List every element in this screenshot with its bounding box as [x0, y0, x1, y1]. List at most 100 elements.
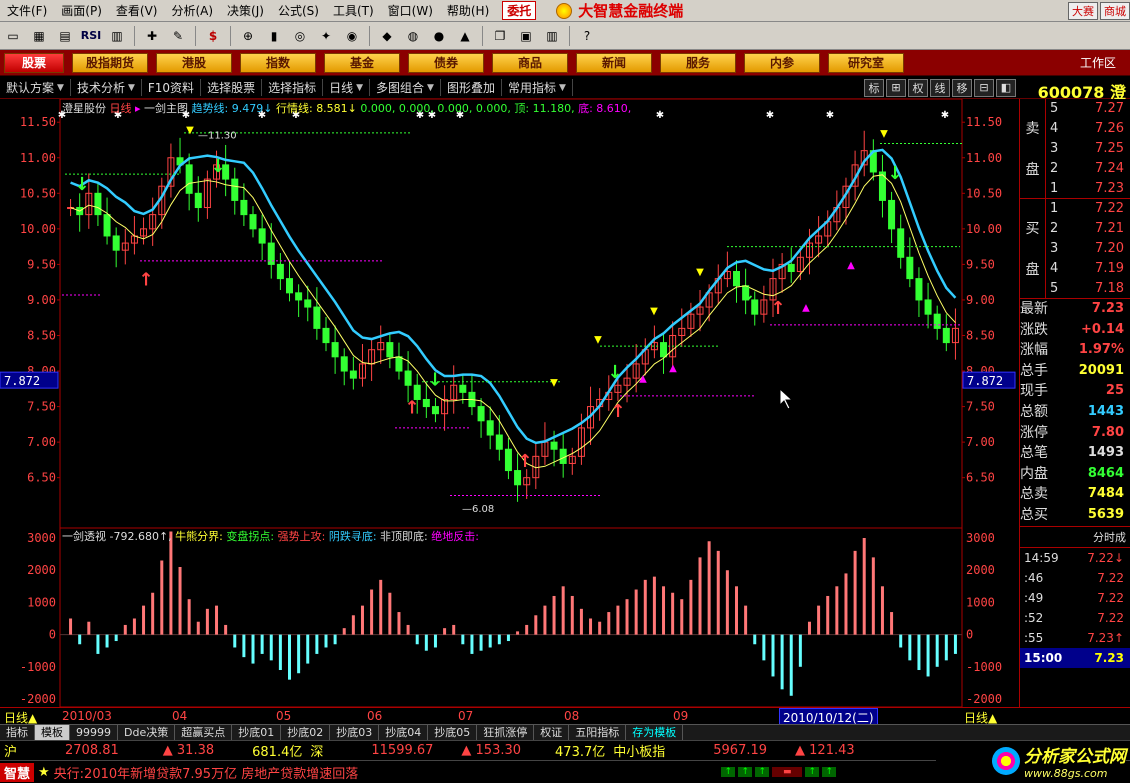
grid-icon[interactable]: ▤: [54, 25, 76, 47]
menu-decision[interactable]: 决策(J): [220, 2, 271, 19]
ticker-text[interactable]: 央行:2010年新增贷款7.95万亿 房地产贷款增速回落: [54, 763, 359, 782]
help-pointer-icon[interactable]: ?: [576, 25, 598, 47]
ticks-header[interactable]: 分时成: [1020, 525, 1130, 548]
tick-list: 14:59 7.22↓:46 7.22:49 7.22:52 7.22:55 7.23↑ 1…: [1020, 548, 1130, 668]
template-tab[interactable]: Dde决策: [118, 725, 176, 740]
grid-button[interactable]: ⊞: [886, 78, 906, 97]
menu-help[interactable]: 帮助(H): [440, 2, 496, 19]
ruler-icon[interactable]: ✎: [167, 25, 189, 47]
rights-button[interactable]: 权: [908, 78, 928, 97]
nav-commodities[interactable]: 商品: [492, 52, 568, 73]
chart-area[interactable]: 11.50 11.50 11.00 11.00 10.50 10.50 10.00 10.00…: [0, 99, 1019, 707]
menu-file[interactable]: 文件(F): [0, 2, 54, 19]
workspace-button[interactable]: 工作区: [1080, 54, 1130, 71]
sme-value[interactable]: 5967.19: [709, 743, 771, 758]
tech-analysis-dropdown[interactable]: 技术分析 ▼: [71, 79, 142, 96]
sell-price: 7.24: [1095, 161, 1124, 176]
contest-button[interactable]: 大赛: [1068, 1, 1098, 20]
nav-insider[interactable]: 内参: [744, 52, 820, 73]
nav-bonds[interactable]: 债券: [408, 52, 484, 73]
sz-value[interactable]: 11599.67: [367, 743, 437, 758]
menu-view-panel[interactable]: 画面(P): [54, 2, 109, 19]
open-folder-icon[interactable]: ▭: [2, 25, 24, 47]
menu-analysis[interactable]: 分析(A): [164, 2, 220, 19]
template-tab[interactable]: 五阳指标: [569, 725, 627, 740]
common-indicator-dropdown[interactable]: 常用指标 ▼: [502, 79, 573, 96]
sell-signal-arrow-icon: ↓: [427, 369, 442, 390]
common-indicator-label: 常用指标: [507, 81, 556, 95]
template-tab[interactable]: 99999: [70, 725, 118, 740]
kline-chart-icon[interactable]: ▦: [28, 25, 50, 47]
legend-rebound: 绝地反击:: [431, 530, 479, 543]
menu-formula[interactable]: 公式(S): [271, 2, 326, 19]
template-tab[interactable]: 存为模板: [626, 725, 684, 740]
template-tab[interactable]: 指标: [0, 725, 35, 740]
crosshair-icon[interactable]: ✚: [141, 25, 163, 47]
buy-label-1: 买: [1025, 220, 1040, 237]
menu-tools[interactable]: 工具(T): [326, 2, 381, 19]
template-tab[interactable]: 抄底01: [232, 725, 282, 740]
nav-funds[interactable]: 基金: [324, 52, 400, 73]
nav-stocks[interactable]: 股票: [4, 52, 64, 73]
template-tab[interactable]: 抄底03: [330, 725, 380, 740]
nav-index[interactable]: 指数: [240, 52, 316, 73]
multi-chart-dropdown[interactable]: 多图组合 ▼: [370, 79, 441, 96]
up-arrow-icon: ↑: [805, 767, 820, 777]
trade-entrust-button[interactable]: 委托: [502, 1, 537, 20]
export-icon[interactable]: ▲: [454, 25, 476, 47]
scheme-dropdown[interactable]: 默认方案 ▼: [0, 79, 71, 96]
template-tab[interactable]: 狂抓涨停: [477, 725, 535, 740]
zoom-out-button[interactable]: ⊟: [974, 78, 994, 97]
overlay-button[interactable]: 图形叠加: [441, 79, 502, 96]
nav-hk-stocks[interactable]: 港股: [156, 52, 232, 73]
rsi-button[interactable]: RSI: [80, 25, 102, 47]
menu-view[interactable]: 查看(V): [109, 2, 165, 19]
template-tab[interactable]: 抄底05: [428, 725, 478, 740]
legend-zeros: 0.000, 0.000, 0.000, 0.000,: [360, 102, 511, 115]
period-label-right: 日线: [964, 711, 989, 725]
mall-button[interactable]: 商城: [1100, 1, 1130, 20]
template-tab[interactable]: 抄底02: [281, 725, 331, 740]
bar-chart-icon[interactable]: ▮: [263, 25, 285, 47]
period-dropdown[interactable]: 日线 ▼: [323, 79, 371, 96]
diamond-icon[interactable]: ◆: [376, 25, 398, 47]
mark-button[interactable]: 标: [864, 78, 884, 97]
select-stock-button[interactable]: 选择股票: [201, 79, 263, 96]
move-button[interactable]: 移: [952, 78, 972, 97]
candle-body: [322, 327, 330, 344]
price-tick-label: 7.00: [966, 435, 995, 449]
menu-window[interactable]: 窗口(W): [381, 2, 440, 19]
candle-body: [340, 356, 348, 372]
trade-dollar-icon[interactable]: $: [202, 25, 224, 47]
calendar-icon[interactable]: ▣: [515, 25, 537, 47]
date-tick-label: 04: [172, 709, 188, 723]
nav-index-futures[interactable]: 股指期货: [72, 52, 148, 73]
f10-button[interactable]: F10资料: [142, 79, 202, 96]
template-tab[interactable]: 抄底04: [379, 725, 429, 740]
layout-button[interactable]: ◧: [996, 78, 1016, 97]
up-triangle-icon: ▲: [988, 711, 998, 725]
broadcast-icon[interactable]: ✦: [315, 25, 337, 47]
template-tab[interactable]: 超赢买点: [175, 725, 233, 740]
price-tick-label: 8.50: [27, 328, 56, 342]
copy-icon[interactable]: ❐: [489, 25, 511, 47]
binoculars-icon[interactable]: ◎: [289, 25, 311, 47]
top-label: 顶:: [514, 102, 530, 115]
table-icon[interactable]: ▥: [106, 25, 128, 47]
alert-icon[interactable]: ●: [428, 25, 450, 47]
template-tab[interactable]: 权证: [534, 725, 570, 740]
nav-research[interactable]: 研究室: [828, 52, 904, 73]
books-icon[interactable]: ▥: [541, 25, 563, 47]
level-number: 4: [1050, 261, 1059, 276]
link-icon[interactable]: ⊕: [237, 25, 259, 47]
pin-icon[interactable]: ◉: [341, 25, 363, 47]
nav-news[interactable]: 新闻: [576, 52, 652, 73]
line-button[interactable]: 线: [930, 78, 950, 97]
sh-value[interactable]: 2708.81: [61, 743, 123, 758]
target-icon[interactable]: ◍: [402, 25, 424, 47]
nav-services[interactable]: 服务: [660, 52, 736, 73]
chevron-down-icon: ▼: [356, 82, 364, 93]
trend-label: 趋势线:: [191, 102, 229, 115]
select-indicator-button[interactable]: 选择指标: [262, 79, 324, 96]
template-tab[interactable]: 模板: [35, 725, 70, 740]
